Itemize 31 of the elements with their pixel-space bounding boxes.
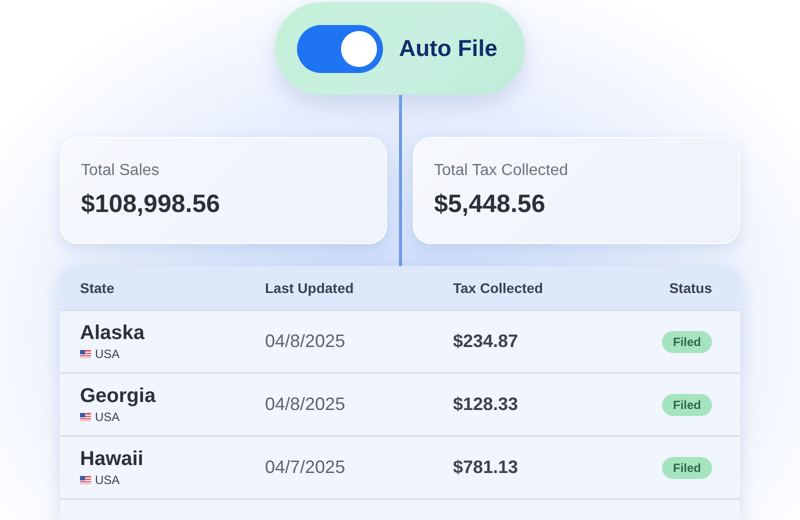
toggle-label: Auto File	[399, 35, 498, 62]
amount-cell-text: $781.13	[453, 457, 520, 478]
card-label: Total Sales	[81, 162, 160, 180]
date-cell-text: 04/8/2025	[265, 394, 346, 415]
flag-icon	[80, 413, 91, 421]
amount-cell-text: $234.87	[453, 331, 520, 352]
state-name: Georgia	[80, 385, 157, 408]
toggle-switch[interactable]	[297, 24, 383, 72]
date-cell-text: 04/7/2025	[265, 457, 346, 478]
country-label: USA	[95, 347, 120, 361]
date-cell-text: 04/8/2025	[265, 331, 346, 352]
flag-icon	[80, 350, 91, 358]
status-badge: Filed	[662, 330, 712, 352]
table-row[interactable]: Alaska USA 04/8/2025 $234.87 Filed	[60, 311, 740, 374]
card-label: Total Tax Collected	[434, 162, 569, 180]
status-badge: Filed	[662, 394, 712, 416]
column-header: Last Updated	[265, 280, 355, 296]
column-header: State	[80, 280, 116, 296]
card-value: $108,998.56	[81, 190, 222, 219]
amount-cell-text: $128.33	[453, 394, 520, 415]
card-value: $5,448.56	[434, 190, 546, 219]
state-name: Hawaii	[80, 448, 144, 471]
status-badge: Filed	[662, 456, 712, 478]
column-header: Tax Collected	[453, 280, 544, 296]
state-name: Alaska	[80, 322, 146, 345]
country-label: USA	[95, 410, 120, 424]
column-header: Status	[669, 280, 712, 296]
country-label: USA	[95, 473, 120, 487]
table-row[interactable]: Hawaii USA 04/7/2025 $781.13 Filed	[60, 437, 740, 500]
flag-icon	[80, 476, 91, 484]
table-row[interactable]: Georgia USA 04/8/2025 $128.33 Filed	[60, 374, 740, 437]
